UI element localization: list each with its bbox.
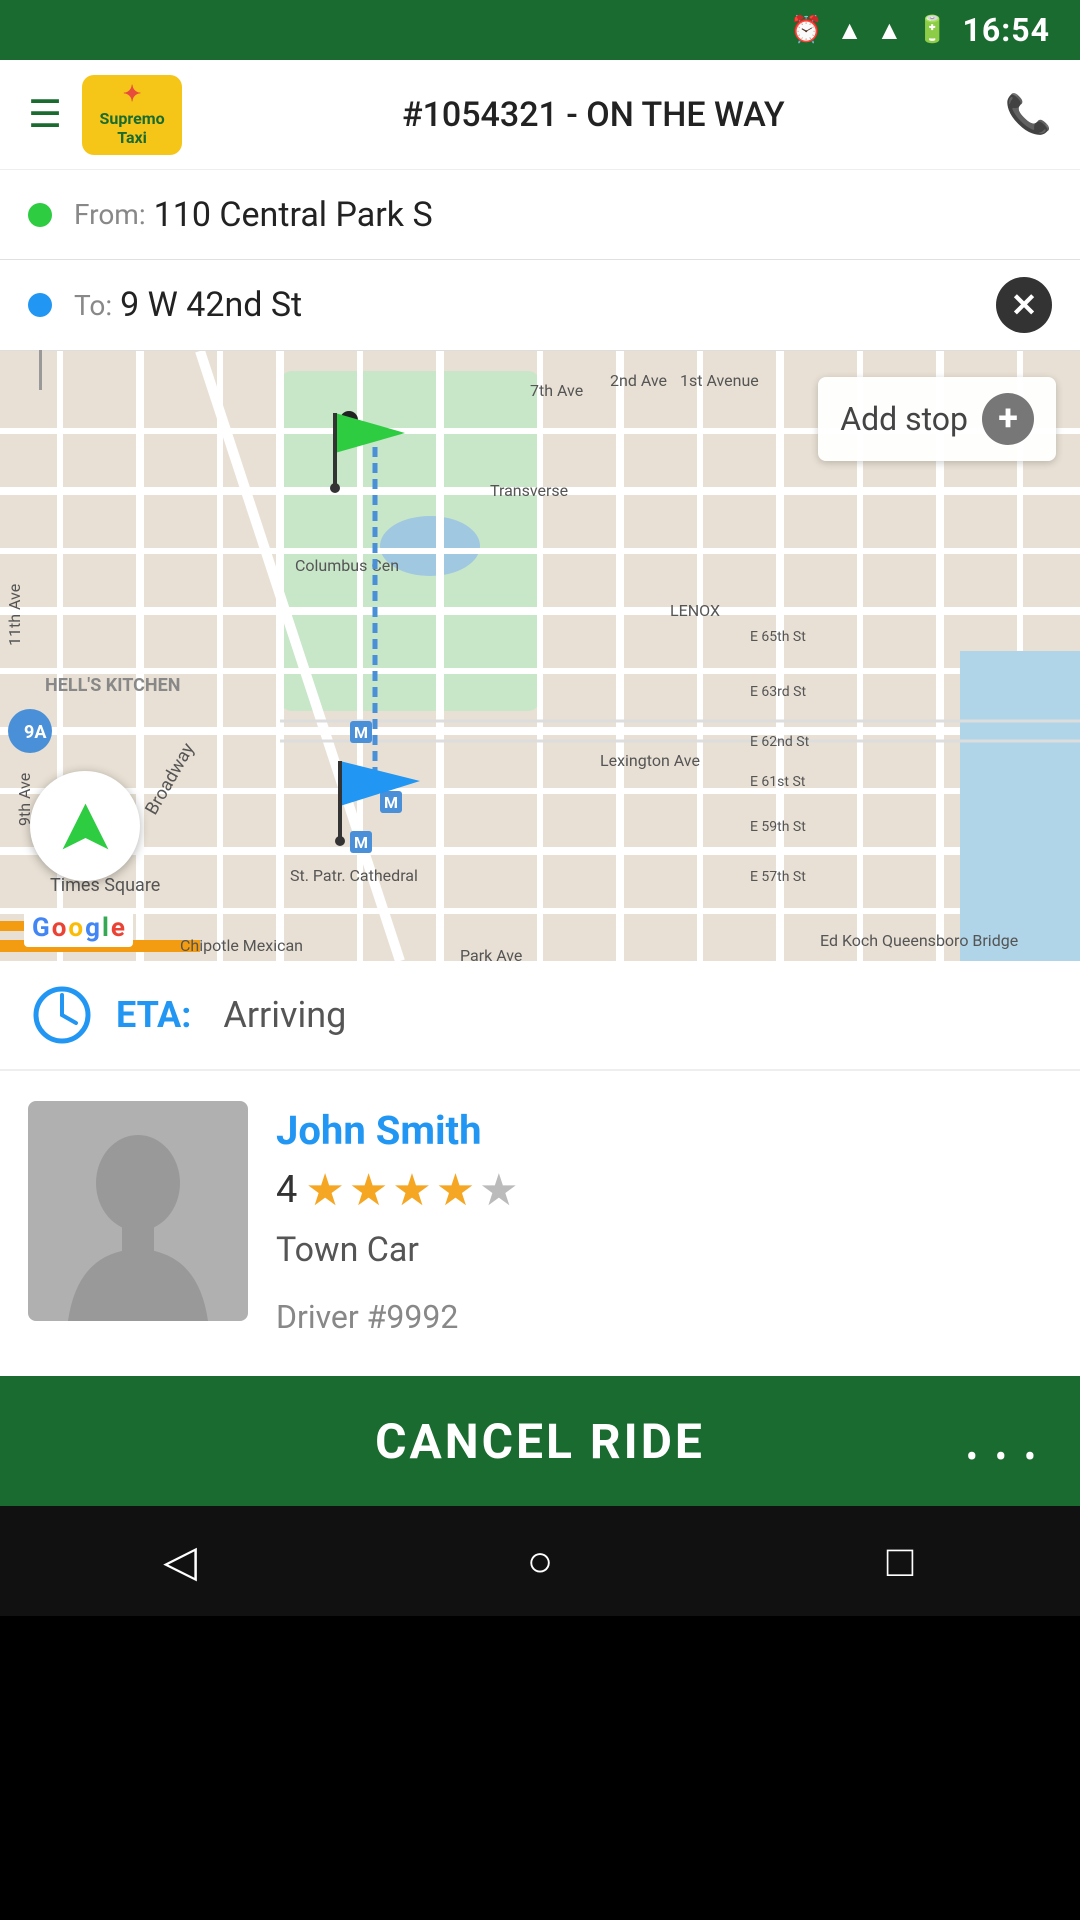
my-location-button[interactable] (30, 771, 140, 881)
driver-rating-row: 4 ★ ★ ★ ★ ★ (276, 1164, 1052, 1216)
menu-button[interactable]: ☰ (28, 96, 62, 134)
svg-text:9A: 9A (24, 722, 47, 743)
svg-text:Transverse: Transverse (490, 481, 568, 500)
close-icon: ✕ (1011, 289, 1038, 321)
to-label: To: (74, 289, 112, 322)
green-flag-icon (325, 413, 425, 493)
from-dot-icon (28, 203, 52, 227)
driver-rating-number: 4 (276, 1168, 297, 1212)
driver-vehicle: Town Car (276, 1230, 1052, 1270)
star-3-icon: ★ (392, 1164, 431, 1216)
driver-stars: ★ ★ ★ ★ ★ (305, 1164, 518, 1216)
signal-icon: ▲ (876, 15, 902, 46)
svg-text:Columbus Cen: Columbus Cen (295, 556, 399, 575)
svg-text:7th Ave: 7th Ave (530, 381, 583, 400)
route-panel: From: 110 Central Park S To: 9 W 42nd St… (0, 170, 1080, 351)
cancel-ride-button[interactable]: CANCEL RIDE • • • (0, 1376, 1080, 1506)
logo-star-icon: ✦ (100, 82, 165, 108)
star-2-icon: ★ (349, 1164, 388, 1216)
svg-text:E 59th St: E 59th St (750, 819, 806, 835)
star-4-icon: ★ (436, 1164, 475, 1216)
clear-destination-button[interactable]: ✕ (996, 277, 1052, 333)
eta-label: ETA: (116, 994, 191, 1036)
svg-text:1st Avenue: 1st Avenue (680, 371, 759, 390)
blue-flag-icon (330, 756, 440, 846)
status-icons: ⏰ ▲ ▲ 🔋 16:54 (790, 11, 1050, 49)
from-label: From: (74, 198, 146, 231)
alarm-icon: ⏰ (790, 15, 822, 45)
svg-text:E 65th St: E 65th St (750, 629, 806, 645)
svg-text:E 61st St: E 61st St (750, 774, 806, 790)
app-logo: ✦ Supremo Taxi (82, 75, 182, 155)
ride-status-title: #1054321 - ON THE WAY (202, 95, 985, 135)
navigation-icon (58, 799, 113, 854)
driver-avatar (28, 1101, 248, 1321)
svg-text:E 63rd St: E 63rd St (750, 684, 806, 700)
home-button[interactable]: ○ (490, 1531, 590, 1591)
from-address: 110 Central Park S (154, 195, 433, 235)
status-time: 16:54 (963, 11, 1050, 49)
route-to-row: To: 9 W 42nd St ✕ (0, 260, 1080, 350)
driver-panel: John Smith 4 ★ ★ ★ ★ ★ Town Car Driver #… (0, 1071, 1080, 1376)
battery-icon: 🔋 (916, 15, 948, 45)
status-bar: ⏰ ▲ ▲ 🔋 16:54 (0, 0, 1080, 60)
logo-text: ✦ Supremo Taxi (100, 82, 165, 147)
google-logo: G o o g l e (24, 909, 133, 947)
svg-text:Lexington Ave: Lexington Ave (600, 751, 700, 770)
svg-text:Park Ave: Park Ave (460, 946, 522, 961)
phone-button[interactable]: 📞 (1005, 93, 1052, 137)
route-from-row: From: 110 Central Park S (0, 170, 1080, 260)
driver-name: John Smith (276, 1107, 482, 1154)
star-5-icon: ★ (479, 1164, 518, 1216)
back-button[interactable]: ◁ (130, 1531, 230, 1591)
eta-value: Arriving (223, 994, 346, 1036)
wifi-icon: ▲ (837, 15, 863, 46)
driver-name-row: John Smith (276, 1107, 1052, 1154)
svg-text:Ed Koch Queensboro Bridge: Ed Koch Queensboro Bridge (820, 931, 1018, 950)
driver-number: Driver #9992 (276, 1298, 1052, 1336)
map-area[interactable]: Broadway Transverse 9th Ave LENOX 11th A… (0, 351, 1080, 961)
app-bar: ☰ ✦ Supremo Taxi #1054321 - ON THE WAY 📞 (0, 60, 1080, 170)
star-1-icon: ★ (305, 1164, 344, 1216)
add-stop-plus-icon: + (982, 393, 1034, 445)
driver-info: John Smith 4 ★ ★ ★ ★ ★ Town Car Driver #… (276, 1101, 1052, 1336)
svg-text:11th Ave: 11th Ave (5, 584, 24, 646)
svg-text:E 57th St: E 57th St (750, 869, 806, 885)
add-stop-button[interactable]: Add stop + (818, 377, 1056, 461)
avatar-silhouette-icon (58, 1131, 218, 1321)
svg-text:HELL'S KITCHEN: HELL'S KITCHEN (45, 675, 180, 696)
svg-text:St. Patr. Cathedral: St. Patr. Cathedral (290, 866, 418, 885)
to-dot-icon (28, 293, 52, 317)
svg-text:LENOX: LENOX (670, 601, 720, 620)
navigation-bar: ◁ ○ □ (0, 1506, 1080, 1616)
svg-text:E 62nd St: E 62nd St (750, 734, 810, 750)
cancel-ride-label: CANCEL RIDE (375, 1413, 705, 1470)
recent-apps-button[interactable]: □ (850, 1531, 950, 1591)
eta-clock-icon (32, 985, 92, 1045)
svg-text:M: M (354, 723, 368, 742)
eta-panel: ETA: Arriving (0, 961, 1080, 1071)
svg-text:Chipotle Mexican: Chipotle Mexican (180, 936, 303, 955)
svg-text:2nd Ave: 2nd Ave (610, 371, 667, 390)
to-address: 9 W 42nd St (120, 285, 302, 325)
route-connector-line (39, 350, 42, 390)
more-options-button[interactable]: • • • (966, 1436, 1040, 1478)
add-stop-label: Add stop (840, 400, 968, 438)
